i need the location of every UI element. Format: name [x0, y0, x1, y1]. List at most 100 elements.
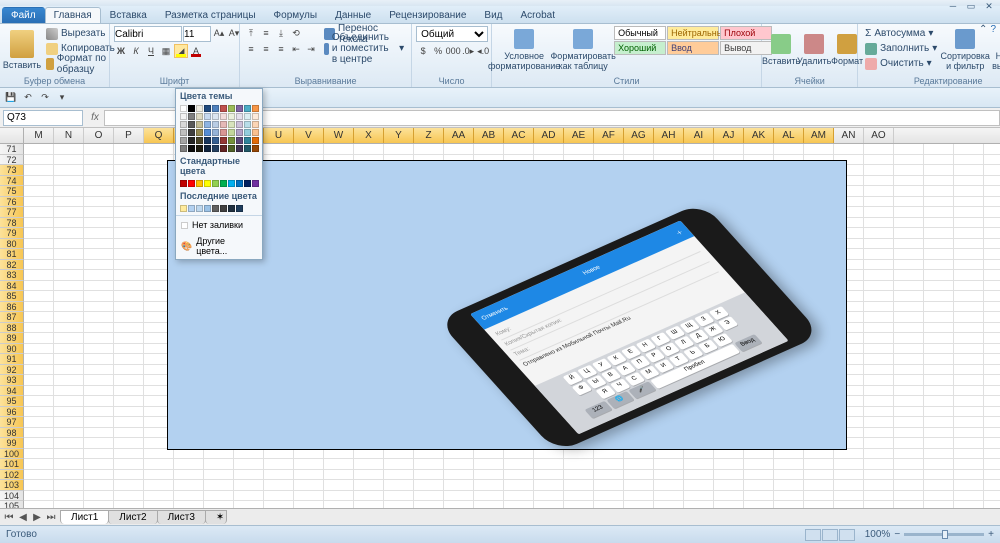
color-swatch[interactable] — [180, 180, 187, 187]
tab-view[interactable]: Вид — [475, 7, 511, 23]
row-header-97[interactable]: 97 — [0, 417, 24, 428]
col-header-Q[interactable]: Q — [144, 128, 174, 143]
color-swatch[interactable] — [236, 137, 243, 144]
row-header-104[interactable]: 104 — [0, 491, 24, 502]
color-swatch[interactable] — [204, 121, 211, 128]
color-swatch[interactable] — [212, 121, 219, 128]
color-swatch[interactable] — [244, 121, 251, 128]
col-header-P[interactable]: P — [114, 128, 144, 143]
color-swatch[interactable] — [188, 205, 195, 212]
shrink-font-button[interactable]: A▾ — [227, 26, 241, 40]
color-swatch[interactable] — [236, 180, 243, 187]
color-swatch[interactable] — [180, 137, 187, 144]
sheet-nav-next[interactable]: ▶ — [30, 512, 44, 523]
view-normal-button[interactable] — [805, 529, 821, 541]
col-header-AN[interactable]: AN — [834, 128, 864, 143]
zoom-slider[interactable] — [904, 533, 984, 536]
col-header-U[interactable]: U — [264, 128, 294, 143]
col-header-AG[interactable]: AG — [624, 128, 654, 143]
insert-cells-button[interactable]: Вставить — [766, 26, 796, 74]
col-header-AB[interactable]: AB — [474, 128, 504, 143]
row-header-89[interactable]: 89 — [0, 333, 24, 344]
row-header-92[interactable]: 92 — [0, 365, 24, 376]
color-swatch[interactable] — [180, 113, 187, 120]
color-swatch[interactable] — [196, 129, 203, 136]
color-swatch[interactable] — [244, 113, 251, 120]
name-box[interactable] — [3, 110, 83, 126]
clear-button[interactable]: Очистить ▾ — [862, 56, 940, 71]
color-swatch[interactable] — [196, 180, 203, 187]
color-swatch[interactable] — [188, 113, 195, 120]
color-swatch[interactable] — [228, 205, 235, 212]
row-header-77[interactable]: 77 — [0, 207, 24, 218]
color-swatch[interactable] — [252, 121, 259, 128]
row-header-88[interactable]: 88 — [0, 323, 24, 334]
col-header-X[interactable]: X — [354, 128, 384, 143]
row-header-100[interactable]: 100 — [0, 449, 24, 460]
comma-button[interactable]: 000 — [446, 44, 460, 58]
paste-button[interactable]: Вставить — [4, 26, 40, 74]
color-swatch[interactable] — [180, 121, 187, 128]
color-swatch[interactable] — [244, 129, 251, 136]
col-header-AA[interactable]: AA — [444, 128, 474, 143]
sheet-nav-last[interactable]: ⏭ — [44, 512, 58, 523]
grow-font-button[interactable]: A▴ — [212, 26, 226, 40]
color-swatch[interactable] — [196, 137, 203, 144]
indent-inc-button[interactable]: ⇥ — [304, 42, 318, 56]
style-good[interactable]: Хороший — [614, 41, 666, 55]
col-header-M[interactable]: M — [24, 128, 54, 143]
row-header-98[interactable]: 98 — [0, 428, 24, 439]
color-swatch[interactable] — [212, 113, 219, 120]
row-header-103[interactable]: 103 — [0, 480, 24, 491]
color-swatch[interactable] — [180, 105, 187, 112]
border-button[interactable]: ▦ — [159, 44, 173, 58]
color-swatch[interactable] — [236, 105, 243, 112]
col-header-AM[interactable]: AM — [804, 128, 834, 143]
color-swatch[interactable] — [252, 113, 259, 120]
row-header-74[interactable]: 74 — [0, 176, 24, 187]
tab-review[interactable]: Рецензирование — [380, 7, 475, 23]
percent-button[interactable]: % — [431, 44, 445, 58]
color-swatch[interactable] — [212, 105, 219, 112]
row-header-80[interactable]: 80 — [0, 239, 24, 250]
col-header-AI[interactable]: AI — [684, 128, 714, 143]
color-swatch[interactable] — [180, 129, 187, 136]
row-header-86[interactable]: 86 — [0, 302, 24, 313]
select-all-corner[interactable] — [0, 128, 24, 143]
align-left-button[interactable]: ≡ — [244, 42, 258, 56]
color-swatch[interactable] — [228, 113, 235, 120]
color-swatch[interactable] — [236, 129, 243, 136]
color-swatch[interactable] — [228, 145, 235, 152]
color-swatch[interactable] — [220, 180, 227, 187]
row-header-78[interactable]: 78 — [0, 218, 24, 229]
new-sheet-button[interactable]: ✶ — [205, 510, 227, 524]
row-header-90[interactable]: 90 — [0, 344, 24, 355]
row-header-96[interactable]: 96 — [0, 407, 24, 418]
color-swatch[interactable] — [220, 145, 227, 152]
color-swatch[interactable] — [252, 145, 259, 152]
row-header-93[interactable]: 93 — [0, 375, 24, 386]
col-header-AF[interactable]: AF — [594, 128, 624, 143]
fill-button[interactable]: Заполнить ▾ — [862, 41, 940, 56]
row-header-75[interactable]: 75 — [0, 186, 24, 197]
tab-insert[interactable]: Вставка — [101, 7, 156, 23]
sheet-nav-prev[interactable]: ◀ — [16, 512, 30, 523]
font-color-button[interactable]: A — [189, 44, 203, 58]
help-icon[interactable]: ? — [990, 24, 996, 35]
color-swatch[interactable] — [252, 180, 259, 187]
format-painter-button[interactable]: Формат по образцу — [43, 56, 118, 71]
zoom-out-button[interactable]: − — [894, 529, 900, 540]
color-swatch[interactable] — [236, 121, 243, 128]
style-input[interactable]: Ввод — [667, 41, 719, 55]
color-swatch[interactable] — [220, 129, 227, 136]
color-swatch[interactable] — [228, 137, 235, 144]
col-header-AH[interactable]: AH — [654, 128, 684, 143]
insert-function-button[interactable]: fx — [86, 112, 104, 123]
color-swatch[interactable] — [244, 145, 251, 152]
col-header-AE[interactable]: AE — [564, 128, 594, 143]
color-swatch[interactable] — [188, 180, 195, 187]
color-swatch[interactable] — [204, 113, 211, 120]
col-header-Y[interactable]: Y — [384, 128, 414, 143]
color-swatch[interactable] — [244, 105, 251, 112]
autosum-button[interactable]: ΣАвтосумма ▾ — [862, 26, 940, 41]
